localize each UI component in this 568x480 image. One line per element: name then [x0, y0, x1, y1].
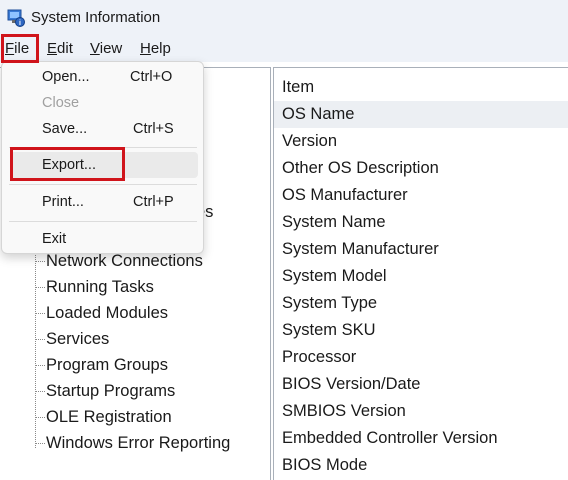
menu-item-export-hover: [10, 152, 198, 178]
details-row-system-manufacturer[interactable]: System Manufacturer: [274, 236, 568, 263]
shortcut-print: Ctrl+P: [133, 194, 174, 210]
details-pane: Item OS Name Version Other OS Descriptio…: [274, 67, 568, 480]
details-row-system-type[interactable]: System Type: [274, 290, 568, 317]
menu-view[interactable]: View: [90, 40, 122, 57]
menu-help-rest: elp: [150, 40, 171, 57]
tree-item-label: Services: [46, 330, 110, 348]
shortcut-open: Ctrl+O: [130, 69, 173, 85]
shortcut-save: Ctrl+S: [133, 121, 174, 137]
file-menu-dropdown: Open... Ctrl+O Close Save... Ctrl+S Expo…: [1, 61, 204, 254]
menu-file-rest: ile: [14, 40, 30, 57]
menu-help[interactable]: Help: [140, 40, 171, 57]
tree-item-label: Network Connections: [46, 252, 203, 270]
menu-item-open[interactable]: Open...: [42, 69, 90, 85]
tree-item-label: OLE Registration: [46, 408, 172, 426]
menu-separator: [9, 184, 197, 185]
details-row-version[interactable]: Version: [274, 128, 568, 155]
tree-item-program-groups[interactable]: Program Groups: [36, 356, 168, 375]
tree-item-startup-programs[interactable]: Startup Programs: [36, 382, 175, 401]
tree-item-windows-error-reporting[interactable]: Windows Error Reporting: [36, 434, 230, 453]
details-row-bios-mode[interactable]: BIOS Mode: [274, 452, 568, 479]
menu-view-rest: iew: [99, 40, 123, 57]
details-row-os-name[interactable]: OS Name: [274, 101, 568, 128]
details-column-header-item[interactable]: Item: [274, 74, 568, 101]
tree-item-network-connections[interactable]: Network Connections: [36, 252, 203, 271]
menu-separator: [9, 221, 197, 222]
tree-item-loaded-modules[interactable]: Loaded Modules: [36, 304, 168, 323]
details-row-system-model[interactable]: System Model: [274, 263, 568, 290]
title-bar: i System Information: [0, 0, 568, 36]
details-row-system-sku[interactable]: System SKU: [274, 317, 568, 344]
tree-item-services[interactable]: Services: [36, 330, 109, 349]
menu-file-accel: F: [5, 40, 15, 57]
details-row-embedded-controller-version[interactable]: Embedded Controller Version: [274, 425, 568, 452]
menu-edit-rest: dit: [57, 40, 73, 57]
tree-item-label: Program Groups: [46, 356, 168, 374]
details-row-other-os-description[interactable]: Other OS Description: [274, 155, 568, 182]
tree-item-running-tasks[interactable]: Running Tasks: [36, 278, 154, 297]
details-row-system-name[interactable]: System Name: [274, 209, 568, 236]
system-information-icon: i: [7, 9, 25, 27]
menu-item-print[interactable]: Print...: [42, 194, 84, 210]
tree-item-label: Windows Error Reporting: [46, 434, 231, 452]
menu-item-exit[interactable]: Exit: [42, 231, 66, 247]
menu-help-accel: H: [140, 40, 151, 57]
tree-item-label: Startup Programs: [46, 382, 176, 400]
menu-bar: File Edit View Help: [0, 36, 568, 62]
menu-edit-accel: E: [47, 40, 58, 57]
svg-text:i: i: [19, 20, 21, 27]
details-row-bios-version-date[interactable]: BIOS Version/Date: [274, 371, 568, 398]
tree-item-label: Loaded Modules: [46, 304, 169, 322]
tree-item-label: Running Tasks: [46, 278, 154, 296]
menu-item-close: Close: [42, 95, 80, 111]
window-title: System Information: [31, 9, 161, 26]
menu-item-save[interactable]: Save...: [42, 121, 87, 137]
details-row-smbios-version[interactable]: SMBIOS Version: [274, 398, 568, 425]
details-row-os-manufacturer[interactable]: OS Manufacturer: [274, 182, 568, 209]
menu-item-export[interactable]: Export...: [42, 157, 96, 173]
details-row-processor[interactable]: Processor: [274, 344, 568, 371]
menu-separator: [9, 147, 197, 148]
menu-file[interactable]: File: [5, 40, 29, 57]
menu-edit[interactable]: Edit: [47, 40, 73, 57]
tree-item-ole-registration[interactable]: OLE Registration: [36, 408, 172, 427]
menu-view-accel: V: [90, 40, 100, 57]
